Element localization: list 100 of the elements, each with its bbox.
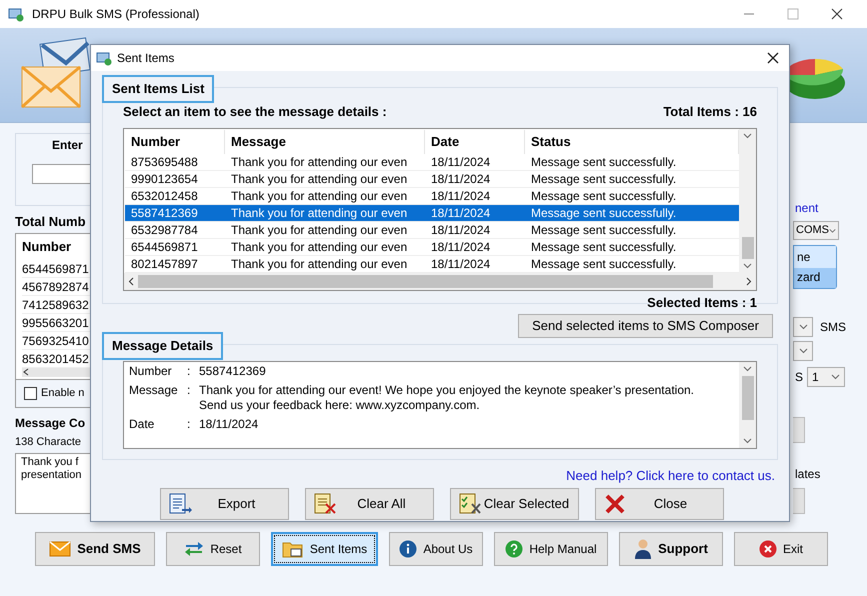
table-cell-text: 5587412369 (130, 204, 199, 222)
table-cell-text: Message sent successfully. (530, 188, 678, 204)
document-cross-icon (314, 492, 338, 514)
message-text: presentation (21, 468, 83, 482)
table-row[interactable]: 6532987784 Thank you for attending our even 18/11/2024 Message sent successfully. (125, 222, 739, 238)
help-link[interactable]: Need help? Click here to contact us. (566, 466, 775, 486)
table-row[interactable]: 6544569871 Thank you for attending our even 18/11/2024 Message sent successfully. (125, 238, 739, 256)
dropdown-value: 1 (812, 368, 819, 386)
detail-value: 5587412369 (199, 364, 267, 379)
instruction-text: Select an item to see the message details : (123, 103, 387, 121)
field-label: S (795, 368, 804, 386)
table-cell-text: 8021457897 (130, 256, 199, 272)
table-cell-text: 6532012458 (130, 188, 199, 204)
info-icon (399, 540, 418, 558)
detail-value: 18/11/2024 (199, 417, 260, 432)
arrows-icon (184, 540, 204, 558)
chevron-down-icon (831, 374, 840, 380)
character-count: 138 Characte (15, 435, 82, 450)
dropdown[interactable] (793, 341, 813, 361)
table-cell-text: Thank you for attending our even (230, 188, 408, 204)
wizard-button[interactable]: ne zard (793, 245, 837, 290)
cross-icon (604, 494, 626, 514)
input-field[interactable] (32, 164, 90, 184)
table-cell-text: 6532987784 (130, 222, 199, 238)
detail-label: Date (129, 417, 156, 432)
checklist-cross-icon (459, 492, 483, 514)
group-label: Enter (52, 137, 83, 154)
column-header[interactable]: Date (425, 130, 525, 154)
table-cell-text: 6544569871 (130, 238, 199, 256)
app-icon (96, 50, 112, 66)
dialog-button[interactable]: Clear All (305, 488, 434, 520)
section-label: lates (794, 466, 820, 483)
checkbox-label: Enable n (41, 386, 84, 402)
person-icon (634, 538, 652, 560)
dropdown[interactable] (793, 317, 813, 338)
table-row[interactable]: 5587412369 Thank you for attending our even 18/11/2024 Message sent successfully. (125, 204, 739, 222)
chevron-down-icon (798, 324, 808, 330)
toolbar-button[interactable]: Send SMS (35, 532, 155, 566)
table-cell-text: Message sent successfully. (530, 238, 678, 256)
table-cell-text: 18/11/2024 (430, 154, 492, 170)
table-cell-text: 18/11/2024 (430, 188, 492, 204)
close-icon[interactable] (767, 52, 779, 64)
chevron-right-icon (746, 276, 752, 286)
link[interactable]: nent (793, 199, 818, 217)
scroll-thumb (742, 236, 754, 258)
toolbar-button[interactable]: Exit (734, 532, 828, 566)
table-cell-text: 18/11/2024 (430, 256, 492, 272)
detail-label: Message (129, 383, 179, 399)
toolbar-button[interactable]: Sent Items (271, 532, 378, 566)
detail-label: Number (129, 364, 173, 379)
scroll-thumb (742, 376, 754, 420)
total-items-count: Total Items : 16 (663, 103, 757, 121)
column-header[interactable]: Number (125, 130, 225, 154)
sms-label: SMS (820, 319, 846, 336)
table-cell-text: Thank you for attending our even (230, 256, 408, 272)
checkbox[interactable] (24, 387, 37, 400)
detail-value: Thank you for attending our event! We hope you enjoyed the keynote speaker’s presentation. Send us your feedback here: www.xyzcompany.com. (199, 383, 695, 413)
table-cell-text: 18/11/2024 (430, 204, 492, 222)
dropdown-value: COMS (796, 223, 829, 238)
dialog-button[interactable]: Close (595, 488, 724, 520)
dialog-title: Sent Items (117, 50, 174, 67)
table-cell-text: Message sent successfully. (530, 170, 678, 188)
detail-separator: : (187, 364, 192, 379)
maximize-icon (787, 8, 799, 20)
exit-icon (758, 540, 777, 558)
port-dropdown[interactable]: COMS (793, 221, 839, 240)
table-cell-text: Thank you for attending our even (230, 170, 408, 188)
chevron-up-icon (743, 132, 752, 138)
table-cell-text: 18/11/2024 (430, 170, 492, 188)
message-text: Thank you f (21, 456, 80, 469)
column-header: Number (22, 238, 72, 256)
table-cell-text: 8753695488 (130, 154, 199, 170)
toolbar-button[interactable]: About Us (389, 532, 483, 566)
chevron-down-icon (743, 438, 752, 444)
selected-items-count: Selected Items : 1 (647, 294, 757, 312)
table-cell-text: Thank you for attending our even (230, 154, 408, 170)
table-cell-text: 18/11/2024 (430, 238, 492, 256)
folder-icon (282, 540, 304, 558)
dialog-button[interactable]: Clear Selected (450, 488, 579, 520)
dialog-button[interactable]: Export (160, 488, 289, 520)
document-arrow-icon (169, 492, 193, 514)
column-header[interactable]: Message (225, 130, 425, 154)
message-field[interactable]: Thank you f presentation (15, 452, 90, 514)
button-text: zard (794, 268, 836, 288)
toolbar-button[interactable]: Support (619, 532, 723, 566)
close-icon[interactable] (831, 8, 843, 20)
table-row[interactable]: 8753695488 Thank you for attending our even 18/11/2024 Message sent successfully. (125, 154, 739, 170)
send-to-composer-button[interactable]: Send selected items to SMS Composer (518, 314, 773, 338)
toolbar-button[interactable]: Help Manual (494, 532, 608, 566)
section-label: Message Co (15, 415, 86, 432)
table-row[interactable]: 9990123654 Thank you for attending our even 18/11/2024 Message sent successfully. (125, 170, 739, 188)
detail-separator: : (187, 417, 192, 432)
table-cell-text: Thank you for attending our even (230, 238, 408, 256)
chevron-left-icon (22, 368, 30, 376)
toolbar-button[interactable]: Reset (166, 532, 260, 566)
section-label: Total Numb (15, 212, 87, 231)
table-cell-text: Message sent successfully. (530, 222, 678, 238)
count-dropdown[interactable]: 1 (807, 366, 846, 387)
chevron-down-icon (798, 348, 808, 354)
table-cell-text: Message sent successfully. (530, 154, 678, 170)
